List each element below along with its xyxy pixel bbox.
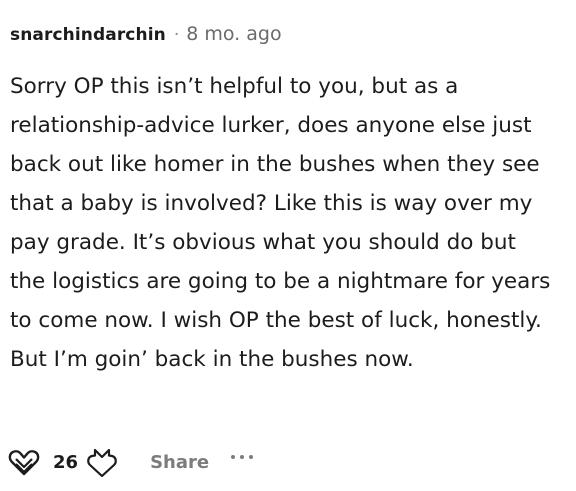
vote-score: 26 [53,451,79,473]
comment-age: 8 mo. ago [186,23,282,45]
more-options-button[interactable] [231,439,254,475]
more-options-icon [231,455,236,459]
more-options-dot [249,455,254,459]
comment-body: Sorry OP this isn’t helpful to you, but … [10,74,551,372]
comment-author[interactable]: snarchindarchin [10,25,166,45]
more-options-dot [240,455,245,459]
meta-separator: · [173,25,180,45]
downvote-button[interactable] [84,444,120,480]
upvote-heart-icon [8,450,40,476]
comment-meta: snarchindarchin · 8 mo. ago [10,23,282,45]
share-button[interactable]: Share [150,452,209,473]
comment: snarchindarchin · 8 mo. ago Sorry OP thi… [0,0,576,491]
downvote-icon [87,448,117,478]
upvote-button[interactable] [6,444,42,480]
comment-actions: 26 Share [6,444,254,480]
